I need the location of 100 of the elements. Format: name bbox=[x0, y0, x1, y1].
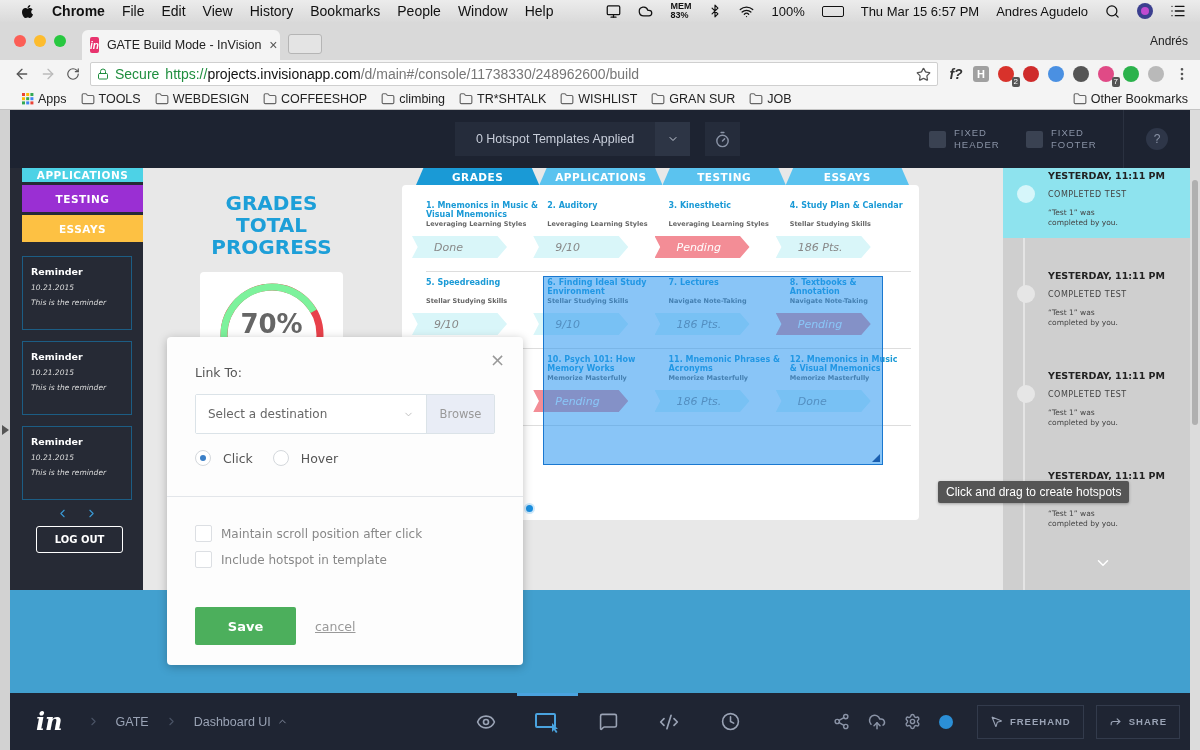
progress-heading: GRADES TOTAL PROGRESS bbox=[210, 192, 333, 258]
timeline-time: YESTERDAY, 11:11 PM bbox=[1048, 270, 1165, 281]
memory-label: MEM bbox=[670, 2, 692, 11]
checkbox-label: FIXED FOOTER bbox=[1051, 127, 1098, 151]
bookmark-folder[interactable]: COFFEESHOP bbox=[263, 91, 368, 106]
bookmark-folder[interactable]: WISHLIST bbox=[560, 91, 638, 106]
checkbox[interactable] bbox=[195, 551, 212, 568]
logout-button[interactable]: LOG OUT bbox=[36, 526, 123, 553]
tab-close-button[interactable]: × bbox=[269, 37, 278, 53]
apps-grid-icon bbox=[22, 92, 34, 105]
folder-icon bbox=[381, 91, 396, 106]
menu-item[interactable]: History bbox=[249, 3, 294, 19]
back-icon[interactable] bbox=[14, 66, 30, 82]
browser-tab[interactable]: in GATE Build Mode - InVision × bbox=[82, 30, 280, 60]
reminder-title: Reminder bbox=[31, 436, 84, 447]
display-icon[interactable] bbox=[606, 3, 622, 19]
extension-icon[interactable] bbox=[1023, 66, 1039, 82]
clock-icon bbox=[720, 712, 740, 731]
extension-icon[interactable] bbox=[998, 66, 1014, 82]
breadcrumb-link[interactable]: Dashboard UI bbox=[193, 714, 271, 729]
forward-icon bbox=[1108, 715, 1122, 728]
menu-item[interactable]: View bbox=[202, 3, 233, 19]
tooltip: Click and drag to create hotspots bbox=[938, 481, 1130, 503]
checkbox-label: FIXED HEADER bbox=[954, 127, 1001, 151]
bookmark-folder[interactable]: GRAN SUR bbox=[651, 91, 736, 106]
radio-label: Click bbox=[223, 450, 253, 466]
help-button[interactable]: ? bbox=[1146, 128, 1168, 150]
bookmark-folder[interactable]: climbing bbox=[381, 91, 446, 106]
cloud-upload-icon[interactable] bbox=[867, 712, 886, 731]
cloud-icon[interactable] bbox=[638, 3, 654, 19]
tab-title: GATE Build Mode - InVision bbox=[106, 38, 262, 52]
checkbox[interactable] bbox=[195, 525, 212, 542]
scrollbar-thumb[interactable] bbox=[1192, 180, 1198, 425]
folder-icon bbox=[80, 91, 95, 106]
timeline-dot[interactable] bbox=[1016, 185, 1035, 203]
menu-item[interactable]: Edit bbox=[161, 3, 186, 19]
search-icon[interactable] bbox=[1105, 3, 1120, 19]
battery-icon[interactable] bbox=[821, 5, 844, 17]
list-icon[interactable] bbox=[1170, 3, 1186, 19]
menu-item[interactable]: Window bbox=[457, 3, 508, 19]
favicon: in bbox=[90, 37, 99, 53]
select-area-icon bbox=[534, 710, 560, 733]
templates-dropdown[interactable]: 0 Hotspot Templates Applied bbox=[455, 122, 690, 156]
memory-value: 83% bbox=[670, 11, 690, 20]
timeline-event: COMPLETED TEST bbox=[1048, 190, 1128, 199]
apple-icon[interactable] bbox=[20, 3, 35, 19]
timer-button[interactable] bbox=[705, 122, 740, 156]
extension-icon[interactable] bbox=[1098, 66, 1114, 82]
extension-icon[interactable] bbox=[1073, 66, 1089, 82]
nav-tab[interactable]: TESTING bbox=[22, 185, 143, 212]
extension-icon[interactable] bbox=[1048, 66, 1064, 82]
checkbox[interactable] bbox=[929, 130, 946, 148]
count-badge: 2 bbox=[1011, 77, 1020, 87]
pointer-icon bbox=[989, 715, 1003, 728]
action-button[interactable]: SHARE bbox=[1095, 704, 1180, 739]
clock-text[interactable]: Thu Mar 15 6:57 PM bbox=[860, 3, 980, 19]
radio-button[interactable] bbox=[195, 450, 211, 466]
siri-icon[interactable] bbox=[1137, 3, 1153, 19]
logo[interactable]: in bbox=[36, 707, 63, 736]
avatar[interactable] bbox=[938, 714, 953, 729]
resize-handle-icon[interactable] bbox=[872, 454, 880, 462]
wifi-icon[interactable] bbox=[739, 3, 755, 19]
settings-icon[interactable] bbox=[903, 713, 921, 730]
destination-select[interactable]: Select a destination Browse bbox=[195, 394, 495, 434]
checkbox-label: Maintain scroll position after click bbox=[221, 526, 423, 541]
breadcrumb-link[interactable]: GATE bbox=[115, 714, 149, 729]
close-light[interactable] bbox=[14, 35, 26, 47]
dialog-title: Link To: bbox=[195, 365, 243, 380]
url-text: https://projects.invisionapp.com/d/main#/console/11738330/248962600/build bbox=[165, 66, 641, 82]
address-bar[interactable]: Secure https://projects.invisionapp.com/d/main#/console/11738330/248962600/build bbox=[90, 62, 938, 86]
bookmark-folder[interactable]: WEBDESIGN bbox=[154, 91, 250, 106]
extension-button[interactable]: f? bbox=[948, 66, 964, 82]
star-icon[interactable] bbox=[916, 66, 931, 82]
battery-percent: 100% bbox=[771, 3, 805, 19]
expand-arrow-icon[interactable] bbox=[1, 425, 9, 435]
status-tag: 186 Pts. bbox=[775, 236, 871, 258]
bookmark-folder[interactable]: TOOLS bbox=[80, 91, 141, 106]
checkbox[interactable] bbox=[1026, 130, 1043, 148]
menu-item[interactable]: Chrome bbox=[52, 3, 105, 19]
timeline-time: YESTERDAY, 11:11 PM bbox=[1048, 370, 1165, 381]
count-badge: 7 bbox=[1111, 77, 1120, 87]
secure-label: Secure bbox=[115, 66, 160, 82]
reload-icon[interactable] bbox=[66, 67, 80, 81]
share-icon[interactable] bbox=[832, 713, 850, 730]
menu-item[interactable]: Bookmarks bbox=[310, 3, 381, 19]
timeline-time: YESTERDAY, 11:11 PM bbox=[1048, 470, 1165, 481]
radio-button[interactable] bbox=[272, 450, 289, 466]
menu-item[interactable]: People bbox=[397, 3, 441, 19]
folder-icon bbox=[459, 91, 474, 106]
folder-icon bbox=[560, 91, 575, 106]
action-button[interactable]: FREEHAND bbox=[976, 704, 1084, 739]
bookmark-folder[interactable]: JOB bbox=[749, 91, 792, 106]
user-name[interactable]: Andres Agudelo bbox=[996, 3, 1088, 19]
checkbox-label: Include hotspot in template bbox=[221, 552, 387, 567]
apps-bookmark[interactable]: Apps bbox=[22, 91, 67, 106]
bookmark-folder[interactable]: TR*SHTALK bbox=[459, 91, 547, 106]
menu-item[interactable]: File bbox=[121, 3, 145, 19]
profile-name[interactable]: Andrés bbox=[1149, 34, 1188, 48]
bookmark-folder[interactable]: Other Bookmarks bbox=[1072, 91, 1188, 106]
menu-item[interactable]: Help bbox=[524, 3, 554, 19]
